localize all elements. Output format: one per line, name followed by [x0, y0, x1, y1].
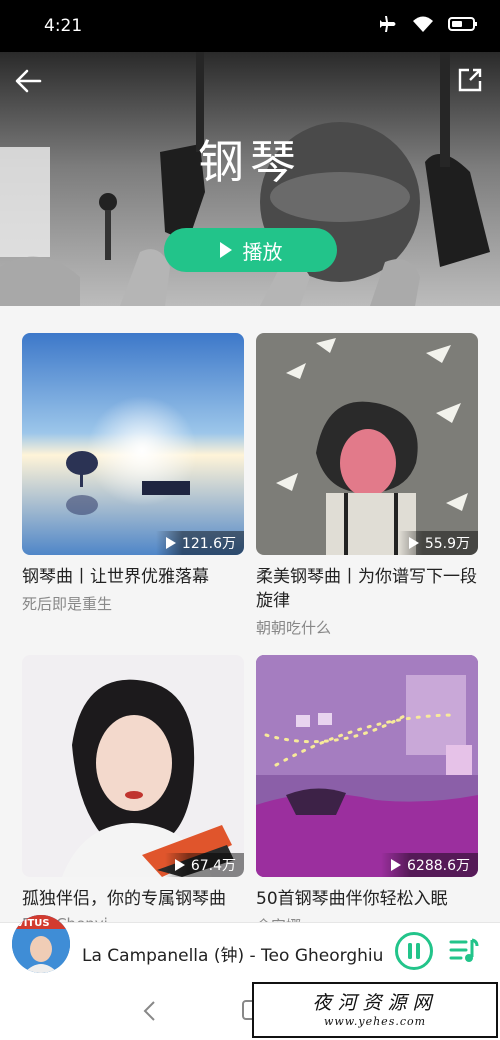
page-title: 钢琴: [198, 135, 302, 189]
playlist-queue-icon[interactable]: [448, 935, 480, 967]
cover-image-piano-sunset: [22, 333, 244, 555]
playlist-title[interactable]: 钢琴曲丨让世界优雅落幕: [22, 565, 244, 589]
play-count-badge: 6288.6万: [381, 853, 478, 877]
share-icon[interactable]: [456, 66, 484, 94]
play-count: 67.4万: [190, 858, 236, 874]
play-count: 121.6万: [181, 536, 236, 552]
playlist-card[interactable]: 67.4万 孤独伴侣，你的专属钢琴曲 Eriu Chenyi: [22, 655, 244, 933]
play-count: 6288.6万: [407, 858, 470, 874]
play-icon: [391, 859, 401, 871]
playlist-card[interactable]: 6288.6万 50首钢琴曲伴你轻松入眠 余安娜: [256, 655, 478, 936]
play-icon: [408, 537, 419, 549]
play-all-label: 播放: [242, 239, 283, 264]
playlist-card[interactable]: 55.9万 柔美钢琴曲丨为你谱写下一段旋律 朝朝吃什么: [256, 333, 478, 638]
cover-image-portrait: [22, 655, 244, 877]
airplane-icon: [380, 16, 396, 32]
watermark-logo: 夜河资源网 www.yehes.com: [252, 982, 498, 1038]
battery-icon: [448, 17, 477, 31]
playlist-card[interactable]: 121.6万 钢琴曲丨让世界优雅落幕 死后即是重生: [22, 333, 244, 614]
playlist-title[interactable]: 50首钢琴曲伴你轻松入眠: [256, 887, 478, 911]
playlist-title[interactable]: 孤独伴侣，你的专属钢琴曲: [22, 887, 244, 911]
status-time: 4:21: [44, 16, 83, 36]
category-header: 钢琴 播放: [0, 52, 500, 306]
play-count-badge: 121.6万: [155, 531, 244, 555]
cover-image-bedroom-illustration: [256, 655, 478, 877]
status-bar: 4:21: [0, 0, 500, 52]
play-count: 55.9万: [424, 536, 470, 552]
play-icon: [174, 859, 185, 871]
back-arrow-icon[interactable]: [12, 66, 46, 96]
playlist-creator: 朝朝吃什么: [256, 619, 332, 637]
playlist-cover[interactable]: 6288.6万: [256, 655, 478, 877]
wifi-icon: [413, 16, 433, 32]
play-icon: [219, 242, 232, 258]
mini-player[interactable]: VITUS La Campanella (钟) - Teo Gheorghiu: [0, 915, 500, 981]
play-count-badge: 67.4万: [164, 853, 244, 877]
playlist-cover[interactable]: 55.9万: [256, 333, 478, 555]
album-art-thumbnail[interactable]: VITUS: [12, 915, 70, 973]
now-playing-title[interactable]: La Campanella (钟) - Teo Gheorghiu: [82, 941, 383, 966]
playlist-creator: 死后即是重生: [22, 595, 113, 613]
playlist-cover[interactable]: 121.6万: [22, 333, 244, 555]
playlist-cover[interactable]: 67.4万: [22, 655, 244, 877]
watermark-text: 夜河资源网: [312, 992, 438, 1014]
pause-icon[interactable]: [394, 931, 434, 971]
nav-back-icon[interactable]: [140, 1000, 160, 1022]
cover-image-birds-illustration: [256, 333, 478, 555]
play-count-badge: 55.9万: [398, 531, 478, 555]
play-icon: [165, 537, 176, 549]
status-icons: [378, 14, 478, 34]
play-all-button[interactable]: 播放: [164, 228, 337, 272]
playlist-title[interactable]: 柔美钢琴曲丨为你谱写下一段旋律: [256, 565, 478, 613]
watermark-url: www.yehes.com: [323, 1015, 427, 1028]
album-art-image: VITUS: [12, 915, 70, 973]
